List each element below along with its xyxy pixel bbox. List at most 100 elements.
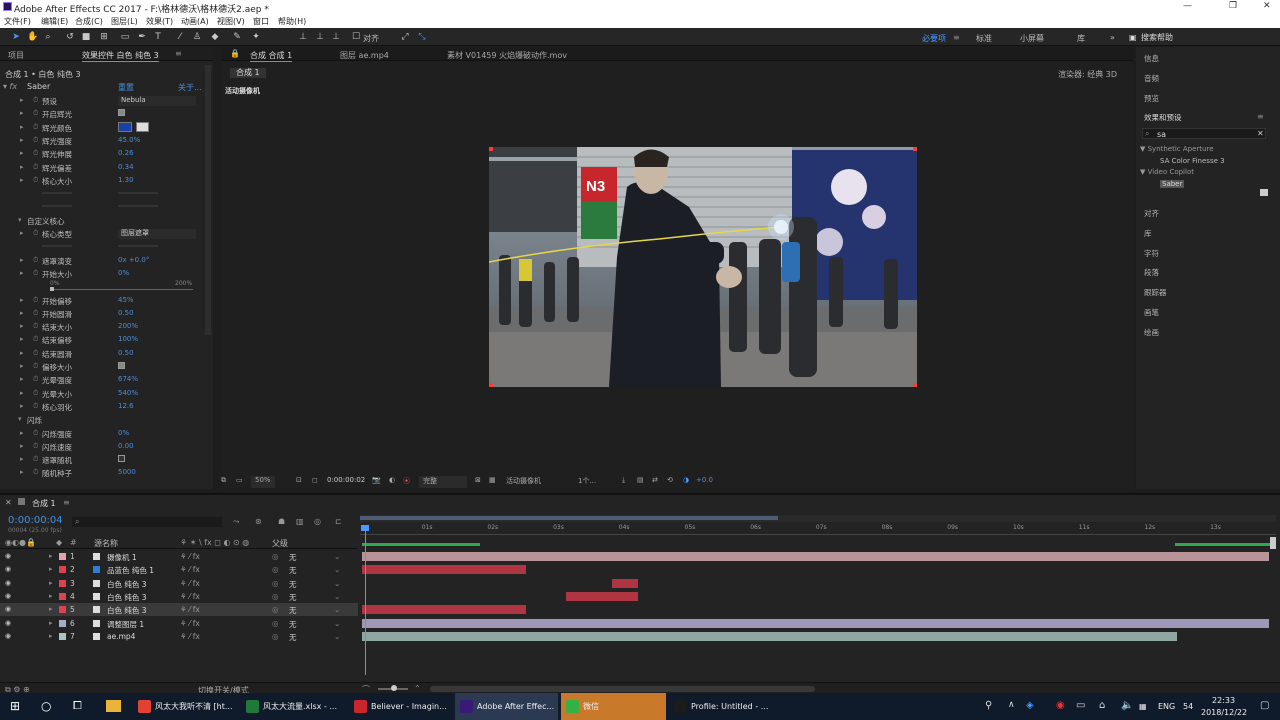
stopwatch-icon[interactable]: ⏱ bbox=[33, 163, 38, 172]
taskbar-app[interactable]: 风太大流量.xlsx - ... bbox=[241, 693, 345, 720]
time-ruler[interactable]: 0s01s02s03s04s05s06s07s08s09s10s11s12s13… bbox=[360, 523, 1276, 535]
clone-stamp-tool-icon[interactable]: ♙ bbox=[192, 32, 202, 42]
property-row[interactable]: 0% 200% bbox=[0, 280, 205, 293]
eraser-tool-icon[interactable]: ◆ bbox=[210, 32, 220, 42]
layer-name[interactable]: 白色 纯色 3 bbox=[107, 592, 147, 603]
property-row[interactable]: ▸ ⏱ 偏移大小 bbox=[0, 360, 205, 373]
battery-icon[interactable]: ▭ bbox=[1076, 700, 1085, 711]
more-workspaces-icon[interactable]: » bbox=[1110, 33, 1115, 42]
parent-dropdown[interactable]: 无 bbox=[289, 632, 297, 643]
expand-arrow-icon[interactable]: ▸ bbox=[49, 605, 53, 613]
layer-duration-bar[interactable] bbox=[362, 565, 527, 575]
expand-arrow-icon[interactable]: ▸ bbox=[20, 389, 24, 397]
expand-arrow-icon[interactable]: ▸ bbox=[20, 362, 24, 370]
stopwatch-icon[interactable]: ⏱ bbox=[33, 362, 38, 371]
stopwatch-icon[interactable]: ⏱ bbox=[33, 375, 38, 384]
color-swatch[interactable] bbox=[118, 121, 132, 132]
collapse-arrow-icon[interactable]: ▾ bbox=[18, 216, 22, 224]
property-value[interactable]: 100% bbox=[118, 335, 138, 343]
label-color[interactable] bbox=[59, 606, 66, 614]
clock-time[interactable]: 22:33 bbox=[1212, 696, 1235, 705]
property-value[interactable]: 0.50 bbox=[118, 349, 134, 357]
property-value[interactable]: 45% bbox=[118, 296, 134, 304]
transparency-grid-icon[interactable]: ▦ bbox=[489, 476, 496, 488]
property-row[interactable]: ▸ ⏱ 核心大小 1.30 bbox=[0, 174, 205, 187]
stopwatch-icon[interactable]: ⏱ bbox=[33, 269, 38, 278]
property-row[interactable]: ▸ ⏱ 开始大小 0% bbox=[0, 267, 205, 280]
property-value[interactable]: 0.50 bbox=[118, 309, 134, 317]
eye-icon[interactable]: ◉ bbox=[5, 632, 11, 640]
property-row[interactable] bbox=[0, 200, 205, 213]
layer-row[interactable]: ◉ ▸ 1 摄像机 1 ⚘ ⁄ fx ◎ 无 ⌄ bbox=[0, 550, 358, 563]
exposure-value[interactable]: +0.0 bbox=[696, 476, 713, 488]
stopwatch-icon[interactable]: ⏱ bbox=[33, 442, 38, 451]
property-row[interactable]: ▸ ⏱ 开始圆滑 0.50 bbox=[0, 307, 205, 320]
grid-icon[interactable]: ⊡ bbox=[296, 476, 302, 488]
new-preset-icon[interactable] bbox=[1260, 189, 1268, 196]
layer-name[interactable]: 白色 纯色 3 bbox=[107, 605, 147, 616]
parent-dropdown[interactable]: 无 bbox=[289, 579, 297, 590]
zoom-tool-icon[interactable]: ⌕ bbox=[43, 32, 53, 42]
expand-arrow-icon[interactable]: ▸ bbox=[49, 565, 53, 573]
property-row[interactable]: ▸ ⏱ 预设 Nebula bbox=[0, 94, 205, 107]
label-color[interactable] bbox=[59, 619, 66, 627]
chevron-down-icon[interactable]: ⌄ bbox=[334, 632, 340, 641]
effect-item[interactable]: SA Color Finesse 3 bbox=[1160, 157, 1225, 165]
workspace-library[interactable]: 库 bbox=[1077, 33, 1085, 44]
corner-handle[interactable] bbox=[913, 147, 917, 151]
close-button[interactable]: ✕ bbox=[1263, 1, 1271, 11]
expand-arrow-icon[interactable]: ▸ bbox=[20, 149, 24, 157]
parent-dropdown[interactable]: 无 bbox=[289, 605, 297, 616]
pickwhip-icon[interactable]: ◎ bbox=[272, 592, 279, 601]
taskbar-app[interactable]: 风太大我听不清 [ht... bbox=[133, 693, 238, 720]
property-row[interactable] bbox=[0, 240, 205, 253]
eye-icon[interactable]: ◉ bbox=[5, 579, 11, 587]
menu-help[interactable]: 帮助(H) bbox=[278, 16, 306, 27]
effects-presets-title[interactable]: 效果和预设 bbox=[1144, 112, 1182, 123]
stopwatch-icon[interactable]: ⏱ bbox=[33, 429, 38, 438]
layer-switches-icon[interactable]: ⚘ ⁄ fx bbox=[180, 552, 200, 561]
stopwatch-icon[interactable]: ⏱ bbox=[33, 309, 38, 318]
property-dropdown[interactable]: Nebula bbox=[118, 96, 196, 106]
expand-arrow-icon[interactable]: ▸ bbox=[20, 375, 24, 383]
layer-switches-icon[interactable]: ⚘ ⁄ fx bbox=[180, 565, 200, 574]
draft-3d-icon[interactable]: ⊛ bbox=[255, 517, 262, 526]
menu-file[interactable]: 文件(F) bbox=[4, 16, 31, 27]
property-row[interactable]: ▸ ⏱ 随机种子 5000 bbox=[0, 466, 205, 479]
rotate-tool-icon[interactable]: ↺ bbox=[65, 32, 75, 42]
expand-arrow-icon[interactable]: ▸ bbox=[20, 402, 24, 410]
property-row[interactable]: ▸ ⏱ 光晕强度 674% bbox=[0, 373, 205, 386]
label-color[interactable] bbox=[59, 632, 66, 640]
expand-arrow-icon[interactable]: ▸ bbox=[49, 552, 53, 560]
menu-edit[interactable]: 编辑(E) bbox=[41, 16, 68, 27]
menu-layer[interactable]: 图层(L) bbox=[111, 16, 138, 27]
network-icon[interactable]: ⌂ bbox=[1099, 700, 1105, 711]
layer-duration-bar[interactable] bbox=[362, 605, 527, 615]
stopwatch-icon[interactable]: ⏱ bbox=[33, 96, 38, 105]
fast-preview-icon[interactable]: ⤓ bbox=[622, 476, 625, 488]
work-area-bar[interactable] bbox=[360, 515, 1276, 522]
layer-name[interactable]: 白色 纯色 3 bbox=[107, 579, 147, 590]
property-row[interactable]: ▸ ⏱ 辉光伸展 0.26 bbox=[0, 147, 205, 160]
property-row[interactable]: ▸ ⏱ 辉光颜色 bbox=[0, 121, 205, 134]
tab-composition[interactable]: 合成 合成 1 bbox=[250, 50, 293, 62]
selection-tool-icon[interactable]: ➤ bbox=[11, 32, 21, 42]
layer-name[interactable]: 品蓝色 纯色 1 bbox=[107, 565, 154, 576]
slider-handle[interactable] bbox=[50, 287, 54, 292]
property-value[interactable]: 5000 bbox=[118, 468, 136, 476]
tab-layer[interactable]: 图层 ae.mp4 bbox=[340, 50, 389, 61]
property-value[interactable]: 12.6 bbox=[118, 402, 134, 410]
property-row[interactable]: ▸ ⏱ 闪烁速度 0.00 bbox=[0, 440, 205, 453]
eye-icon[interactable]: ◉ bbox=[5, 552, 11, 560]
clear-search-icon[interactable]: ✕ bbox=[1257, 129, 1264, 138]
property-value[interactable]: 0% bbox=[118, 269, 129, 277]
menu-animation[interactable]: 动画(A) bbox=[181, 16, 209, 27]
snap-checkbox-icon[interactable]: ☐ bbox=[351, 32, 361, 42]
zoom-dropdown[interactable]: 50% bbox=[251, 476, 275, 488]
sub-tab-comp[interactable]: 合成 1 bbox=[230, 68, 266, 78]
property-value[interactable]: 200% bbox=[118, 322, 138, 330]
layer-switches-icon[interactable]: ⚘ ⁄ fx bbox=[180, 605, 200, 614]
timeline-timecode[interactable]: 0:00:00:04 bbox=[8, 515, 63, 526]
property-row[interactable]: ▸ ⏱ 结束圆滑 0.50 bbox=[0, 347, 205, 360]
expand-arrow-icon[interactable]: ▸ bbox=[20, 256, 24, 264]
